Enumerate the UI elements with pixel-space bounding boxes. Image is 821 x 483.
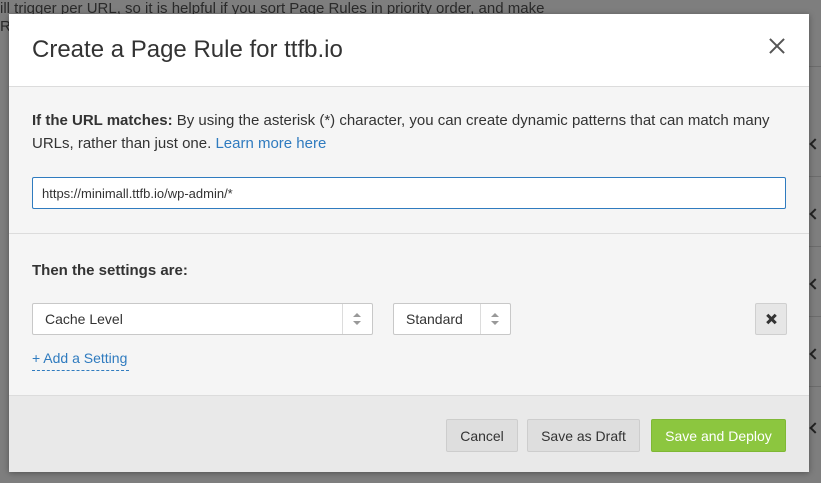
- modal-header: Create a Page Rule for ttfb.io: [9, 14, 809, 87]
- url-pattern-input[interactable]: [32, 177, 786, 209]
- modal-title: Create a Page Rule for ttfb.io: [32, 36, 343, 63]
- setting-select[interactable]: Cache Level: [32, 303, 373, 335]
- add-setting-link[interactable]: + Add a Setting: [32, 348, 129, 371]
- setting-select-value: Cache Level: [45, 311, 123, 327]
- settings-section: Then the settings are: Cache Level Stand…: [9, 234, 809, 395]
- remove-setting-button[interactable]: [755, 303, 787, 335]
- close-icon[interactable]: [767, 36, 787, 56]
- select-arrows-icon: [480, 304, 510, 334]
- chevron-icon: [809, 208, 821, 220]
- chevron-icon: [809, 138, 821, 150]
- setting-value-select-value: Standard: [406, 311, 463, 327]
- learn-more-link[interactable]: Learn more here: [215, 135, 326, 152]
- url-match-description: If the URL matches: By using the asteris…: [32, 109, 772, 155]
- chevron-icon: [809, 422, 821, 434]
- url-match-label: If the URL matches:: [32, 112, 173, 129]
- setting-value-select[interactable]: Standard: [393, 303, 511, 335]
- select-arrows-icon: [342, 304, 372, 334]
- save-as-draft-button[interactable]: Save as Draft: [527, 419, 640, 452]
- settings-label: Then the settings are:: [32, 262, 188, 279]
- cancel-button[interactable]: Cancel: [446, 419, 518, 452]
- save-and-deploy-button[interactable]: Save and Deploy: [651, 419, 786, 452]
- url-match-section: If the URL matches: By using the asteris…: [9, 87, 809, 234]
- modal-footer: Cancel Save as Draft Save and Deploy: [9, 395, 809, 472]
- chevron-icon: [809, 348, 821, 360]
- background-edge: [809, 0, 821, 483]
- chevron-icon: [809, 278, 821, 290]
- create-page-rule-modal: Create a Page Rule for ttfb.io If the UR…: [9, 14, 809, 472]
